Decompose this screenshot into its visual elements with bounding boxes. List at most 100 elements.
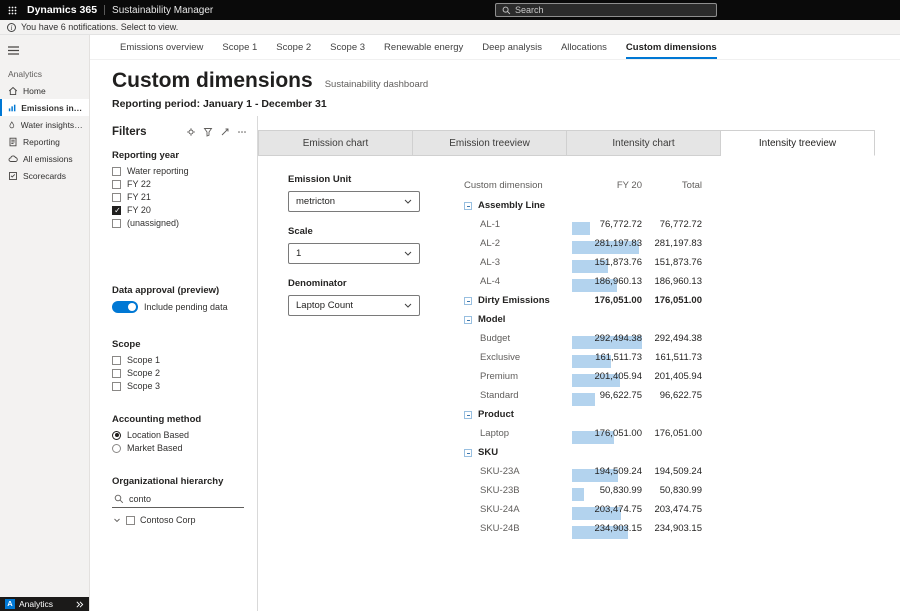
- matrix-row[interactable]: AL-4 186,960.13 186,960.13: [464, 272, 702, 291]
- emission-unit-dropdown[interactable]: metricton: [288, 191, 420, 212]
- checkbox-icon: [112, 369, 121, 378]
- column-chart-icon: [8, 103, 16, 113]
- header-custom-dimension[interactable]: Custom dimension: [464, 180, 572, 191]
- matrix-row[interactable]: SKU-23B 50,830.99 50,830.99: [464, 481, 702, 500]
- tab-intensity-treeview[interactable]: Intensity treeview: [721, 130, 875, 156]
- radio-location-based[interactable]: Location Based: [112, 429, 247, 441]
- chevron-down-icon: [404, 199, 412, 204]
- filter-section-data-approval: Data approval (preview): [112, 285, 247, 296]
- main-content: Emissions overview Scope 1 Scope 2 Scope…: [90, 35, 900, 611]
- expand-icon[interactable]: [220, 127, 230, 137]
- data-bar: [572, 393, 595, 406]
- collapse-toggle-icon[interactable]: [464, 449, 472, 457]
- chevron-down-icon: [404, 251, 412, 256]
- report-panel: Emission Unit metricton Scale 1: [258, 156, 875, 611]
- collapse-toggle-icon[interactable]: [464, 202, 472, 210]
- search-value: conto: [129, 494, 151, 504]
- tab-scope-2[interactable]: Scope 2: [276, 35, 311, 59]
- collapse-toggle-icon[interactable]: [464, 316, 472, 324]
- app-name: Sustainability Manager: [112, 5, 213, 16]
- gear-icon[interactable]: [186, 127, 196, 137]
- area-initial-tile: A: [5, 599, 15, 609]
- area-switcher[interactable]: A Analytics: [0, 597, 89, 611]
- app-window: Dynamics 365 Sustainability Manager Sear…: [0, 0, 900, 611]
- checkbox-unassigned[interactable]: (unassigned): [112, 217, 247, 229]
- tab-renewable-energy[interactable]: Renewable energy: [384, 35, 463, 59]
- denominator-dropdown[interactable]: Laptop Count: [288, 295, 420, 316]
- filter-icon[interactable]: [203, 127, 213, 137]
- scale-dropdown[interactable]: 1: [288, 243, 420, 264]
- cloud-icon: [8, 154, 18, 164]
- checkbox-scope-1[interactable]: Scope 1: [112, 354, 247, 366]
- matrix-group-row[interactable]: Product: [464, 405, 702, 424]
- chevron-down-icon[interactable]: [113, 516, 121, 524]
- report-controls: Emission Unit metricton Scale 1: [288, 174, 420, 611]
- tab-emissions-overview[interactable]: Emissions overview: [120, 35, 203, 59]
- tab-deep-analysis[interactable]: Deep analysis: [482, 35, 542, 59]
- org-tree-item-contoso[interactable]: Contoso Corp: [112, 515, 247, 525]
- matrix-row[interactable]: AL-1 76,772.72 76,772.72: [464, 215, 702, 234]
- checkbox-fy22[interactable]: FY 22: [112, 178, 247, 190]
- checkbox-icon: [112, 167, 121, 176]
- sidebar-item-emissions-insights[interactable]: Emissions insights: [0, 99, 89, 116]
- tab-scope-1[interactable]: Scope 1: [222, 35, 257, 59]
- emission-unit-label: Emission Unit: [288, 174, 420, 185]
- matrix-row[interactable]: Premium 201,405.94 201,405.94: [464, 367, 702, 386]
- matrix-row[interactable]: SKU-24A 203,474.75 203,474.75: [464, 500, 702, 519]
- sidebar-item-water-insights[interactable]: Water insights (previ...: [0, 116, 89, 133]
- report-tab-bar: Emission chart Emission treeview Intensi…: [258, 130, 875, 156]
- matrix-header-row: Custom dimension FY 20 Total: [464, 174, 702, 196]
- global-search-input[interactable]: Search: [495, 3, 717, 17]
- matrix-group-row[interactable]: Dirty Emissions 176,051.00 176,051.00: [464, 291, 702, 310]
- matrix-row[interactable]: Budget 292,494.38 292,494.38: [464, 329, 702, 348]
- checkbox-fy21[interactable]: FY 21: [112, 191, 247, 203]
- sidebar-item-scorecards[interactable]: Scorecards: [0, 167, 89, 184]
- matrix-row[interactable]: Exclusive 161,511.73 161,511.73: [464, 348, 702, 367]
- header-fy20[interactable]: FY 20: [572, 180, 642, 191]
- matrix-group-row[interactable]: Assembly Line: [464, 196, 702, 215]
- checkbox-fy20[interactable]: FY 20: [112, 204, 247, 216]
- waffle-menu-icon[interactable]: [8, 6, 17, 15]
- sidebar-item-all-emissions[interactable]: All emissions: [0, 150, 89, 167]
- tab-scope-3[interactable]: Scope 3: [330, 35, 365, 59]
- notification-bar[interactable]: i You have 6 notifications. Select to vi…: [0, 20, 900, 35]
- header-total[interactable]: Total: [642, 180, 702, 191]
- pending-data-toggle-row: Include pending data: [112, 301, 247, 313]
- matrix-row[interactable]: Standard 96,622.75 96,622.75: [464, 386, 702, 405]
- matrix-row[interactable]: AL-2 281,197.83 281,197.83: [464, 234, 702, 253]
- tab-emission-treeview[interactable]: Emission treeview: [413, 130, 567, 156]
- matrix-row[interactable]: SKU-24B 234,903.15 234,903.15: [464, 519, 702, 538]
- matrix-row[interactable]: AL-3 151,873.76 151,873.76: [464, 253, 702, 272]
- tab-allocations[interactable]: Allocations: [561, 35, 607, 59]
- radio-selected-icon: [112, 431, 121, 440]
- org-hierarchy-search-input[interactable]: conto: [112, 491, 244, 508]
- search-placeholder: Search: [515, 5, 544, 15]
- hamburger-menu-icon[interactable]: [0, 35, 89, 64]
- sidebar-item-reporting[interactable]: Reporting: [0, 133, 89, 150]
- tab-intensity-chart[interactable]: Intensity chart: [567, 130, 721, 156]
- checkbox-scope-2[interactable]: Scope 2: [112, 367, 247, 379]
- matrix-group-row[interactable]: SKU: [464, 443, 702, 462]
- sidebar-item-home[interactable]: Home: [0, 82, 89, 99]
- expand-areas-icon: [75, 600, 84, 609]
- matrix-row[interactable]: SKU-23A 194,509.24 194,509.24: [464, 462, 702, 481]
- sidebar-section-label: Analytics: [0, 64, 89, 82]
- checkbox-icon: [112, 193, 121, 202]
- collapse-toggle-icon[interactable]: [464, 297, 472, 305]
- more-icon[interactable]: [237, 127, 247, 137]
- checkbox-icon[interactable]: [126, 516, 135, 525]
- tab-emission-chart[interactable]: Emission chart: [258, 130, 413, 156]
- checkbox-scope-3[interactable]: Scope 3: [112, 380, 247, 392]
- info-icon: i: [7, 23, 16, 32]
- search-icon: [114, 494, 124, 504]
- matrix-group-row[interactable]: Model: [464, 310, 702, 329]
- radio-market-based[interactable]: Market Based: [112, 442, 247, 454]
- checkbox-water-reporting[interactable]: Water reporting: [112, 165, 247, 177]
- tab-custom-dimensions[interactable]: Custom dimensions: [626, 35, 717, 59]
- data-bar: [572, 222, 590, 235]
- area-label: Analytics: [19, 599, 53, 609]
- intensity-matrix: Custom dimension FY 20 Total Assembly Li…: [464, 174, 702, 611]
- matrix-row[interactable]: Laptop 176,051.00 176,051.00: [464, 424, 702, 443]
- toggle-on-icon[interactable]: [112, 301, 138, 313]
- collapse-toggle-icon[interactable]: [464, 411, 472, 419]
